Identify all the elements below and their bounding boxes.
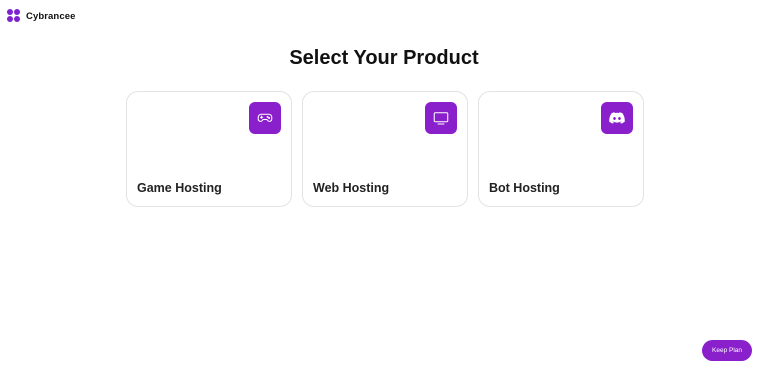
product-card-game-hosting[interactable]: Game Hosting xyxy=(126,91,292,207)
product-card-label: Bot Hosting xyxy=(489,181,560,195)
page-title: Select Your Product xyxy=(289,47,479,69)
product-card-list: Game Hosting Web Hosting Bot Hosting xyxy=(126,91,644,207)
product-card-web-hosting[interactable]: Web Hosting xyxy=(302,91,468,207)
brand-name[interactable]: Cybrancee xyxy=(26,11,75,22)
gamepad-icon xyxy=(249,102,281,134)
monitor-icon xyxy=(425,102,457,134)
header: Cybrancee xyxy=(7,9,75,23)
product-card-label: Game Hosting xyxy=(137,181,222,195)
brand-logo-icon[interactable] xyxy=(7,9,20,23)
product-card-label: Web Hosting xyxy=(313,181,390,195)
keep-plan-button[interactable]: Keep Plan xyxy=(702,340,752,361)
product-card-bot-hosting[interactable]: Bot Hosting xyxy=(478,91,644,207)
discord-icon xyxy=(601,102,633,134)
